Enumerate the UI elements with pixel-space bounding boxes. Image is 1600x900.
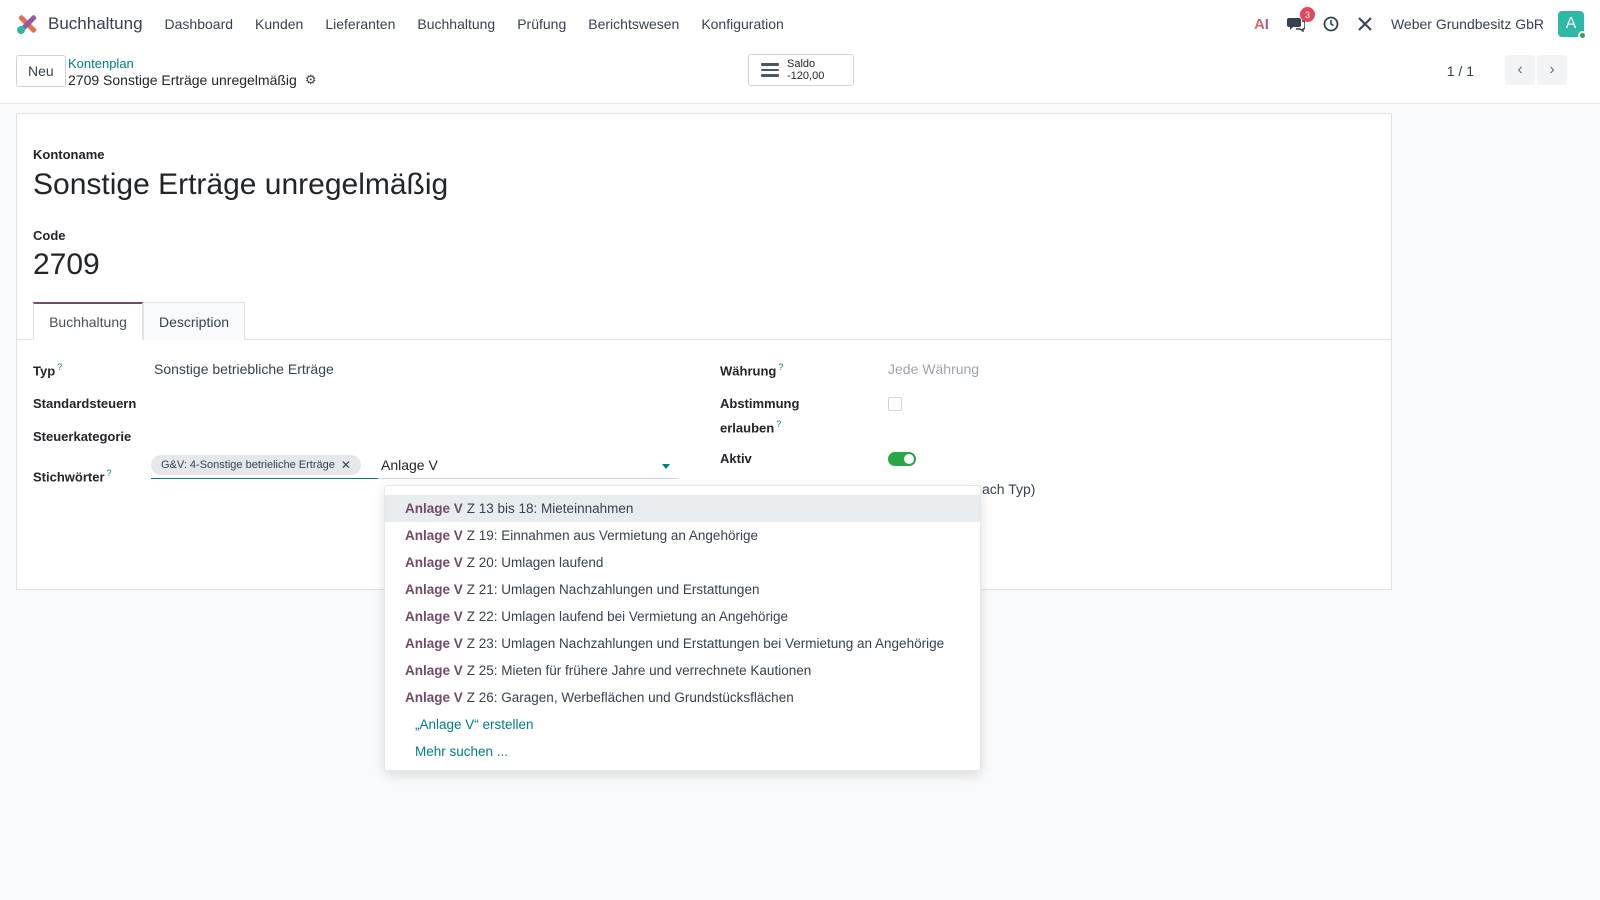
saldo-button[interactable]: Saldo -120,00 <box>748 54 854 86</box>
chevron-right-icon[interactable]: › <box>1537 55 1567 85</box>
gear-icon[interactable]: ⚙ <box>305 72 317 88</box>
nav-item-dashboard[interactable]: Dashboard <box>165 16 234 32</box>
help-icon[interactable]: ? <box>778 362 783 372</box>
dropdown-option[interactable]: Anlage VZ 26: Garagen, Werbeflächen und … <box>385 684 980 711</box>
breadcrumb-kontenplan[interactable]: Kontenplan <box>68 56 134 71</box>
kontoname-field[interactable]: Sonstige Erträge unregelmäßig <box>33 168 448 202</box>
dropdown-option[interactable]: Anlage VZ 20: Umlagen laufend <box>385 549 980 576</box>
tab-description[interactable]: Description <box>143 302 245 340</box>
list-icon <box>761 63 779 77</box>
help-icon[interactable]: ? <box>107 468 112 478</box>
chevron-left-icon[interactable]: ‹ <box>1505 55 1535 85</box>
clock-icon[interactable] <box>1323 16 1339 32</box>
help-icon[interactable]: ? <box>776 419 781 429</box>
company-switcher[interactable]: Weber Grundbesitz GbR <box>1391 16 1544 32</box>
nav-item-pruefung[interactable]: Prüfung <box>517 16 566 32</box>
help-icon[interactable]: ? <box>57 362 62 372</box>
ai-icon[interactable]: AI <box>1254 16 1269 33</box>
stichwoerter-label: Stichwörter? <box>33 468 112 485</box>
waehrung-label: Währung? <box>720 362 784 379</box>
dropdown-option[interactable]: Anlage VZ 22: Umlagen laufend bei Vermie… <box>385 603 980 630</box>
pager-value[interactable]: 1 / 1 <box>1447 63 1474 79</box>
nav-item-buchhaltung[interactable]: Buchhaltung <box>417 16 495 32</box>
saldo-value: -120,00 <box>787 70 825 82</box>
chat-icon[interactable]: 3 <box>1286 7 1315 32</box>
app-name[interactable]: Buchhaltung <box>48 14 143 34</box>
dropdown-option[interactable]: Anlage VZ 25: Mieten für frühere Jahre u… <box>385 657 980 684</box>
notebook-tabs: Buchhaltung Description <box>17 302 1391 340</box>
autocomplete-dropdown: Anlage VZ 13 bis 18: Mieteinnahmen Anlag… <box>384 485 981 771</box>
dropdown-option[interactable]: Anlage VZ 23: Umlagen Nachzahlungen und … <box>385 630 980 657</box>
kontoname-label: Kontoname <box>33 147 105 162</box>
control-panel: Neu Kontenplan 2709 Sonstige Erträge unr… <box>0 48 1600 104</box>
tag-search-input[interactable]: Anlage V <box>381 457 438 473</box>
nav-item-berichtswesen[interactable]: Berichtswesen <box>588 16 679 32</box>
chevron-down-icon[interactable] <box>662 464 670 469</box>
tag-chip: G&V: 4-Sonstige betrieliche Erträge ✕ <box>151 455 361 475</box>
waehrung-field[interactable]: Jede Währung <box>888 361 979 377</box>
nav-item-lieferanten[interactable]: Lieferanten <box>325 16 395 32</box>
record-title: 2709 Sonstige Erträge unregelmäßig ⚙ <box>68 72 316 88</box>
abstimmung-checkbox[interactable] <box>888 397 902 411</box>
new-button[interactable]: Neu <box>16 55 66 87</box>
dropdown-option[interactable]: Anlage VZ 21: Umlagen Nachzahlungen und … <box>385 576 980 603</box>
code-label: Code <box>33 228 66 243</box>
standardsteuern-label: Standardsteuern <box>33 396 137 411</box>
nav-item-konfiguration[interactable]: Konfiguration <box>701 16 784 32</box>
aktiv-label: Aktiv <box>720 451 752 466</box>
partial-hidden-text: ach Typ) <box>982 481 1036 497</box>
dropdown-option[interactable]: Anlage VZ 19: Einnahmen aus Vermietung a… <box>385 522 980 549</box>
user-avatar[interactable]: A <box>1558 11 1587 40</box>
code-field[interactable]: 2709 <box>33 248 100 282</box>
chat-count-badge: 3 <box>1299 7 1315 22</box>
search-more-option[interactable]: Mehr suchen ... <box>385 738 980 765</box>
aktiv-toggle[interactable] <box>888 452 916 466</box>
typ-label: Typ? <box>33 362 63 379</box>
dropdown-option[interactable]: Anlage VZ 13 bis 18: Mieteinnahmen <box>385 495 980 522</box>
top-navbar: Buchhaltung Dashboard Kunden Lieferanten… <box>0 0 1600 48</box>
record-title-text: 2709 Sonstige Erträge unregelmäßig <box>68 72 297 88</box>
tools-icon[interactable] <box>1357 16 1373 32</box>
nav-item-kunden[interactable]: Kunden <box>255 16 303 32</box>
create-option[interactable]: „Anlage V“ erstellen <box>385 711 980 738</box>
saldo-label: Saldo <box>787 58 816 70</box>
app-logo-icon[interactable] <box>16 13 38 35</box>
abstimmung-label: Abstimmung erlauben? <box>720 396 800 436</box>
typ-field[interactable]: Sonstige betriebliche Erträge <box>154 361 334 377</box>
steuerkategorie-label: Steuerkategorie <box>33 429 132 444</box>
stichwoerter-field[interactable]: G&V: 4-Sonstige betrieliche Erträge ✕ Anl… <box>151 453 678 479</box>
tab-buchhaltung[interactable]: Buchhaltung <box>33 302 143 340</box>
close-icon[interactable]: ✕ <box>341 458 351 472</box>
